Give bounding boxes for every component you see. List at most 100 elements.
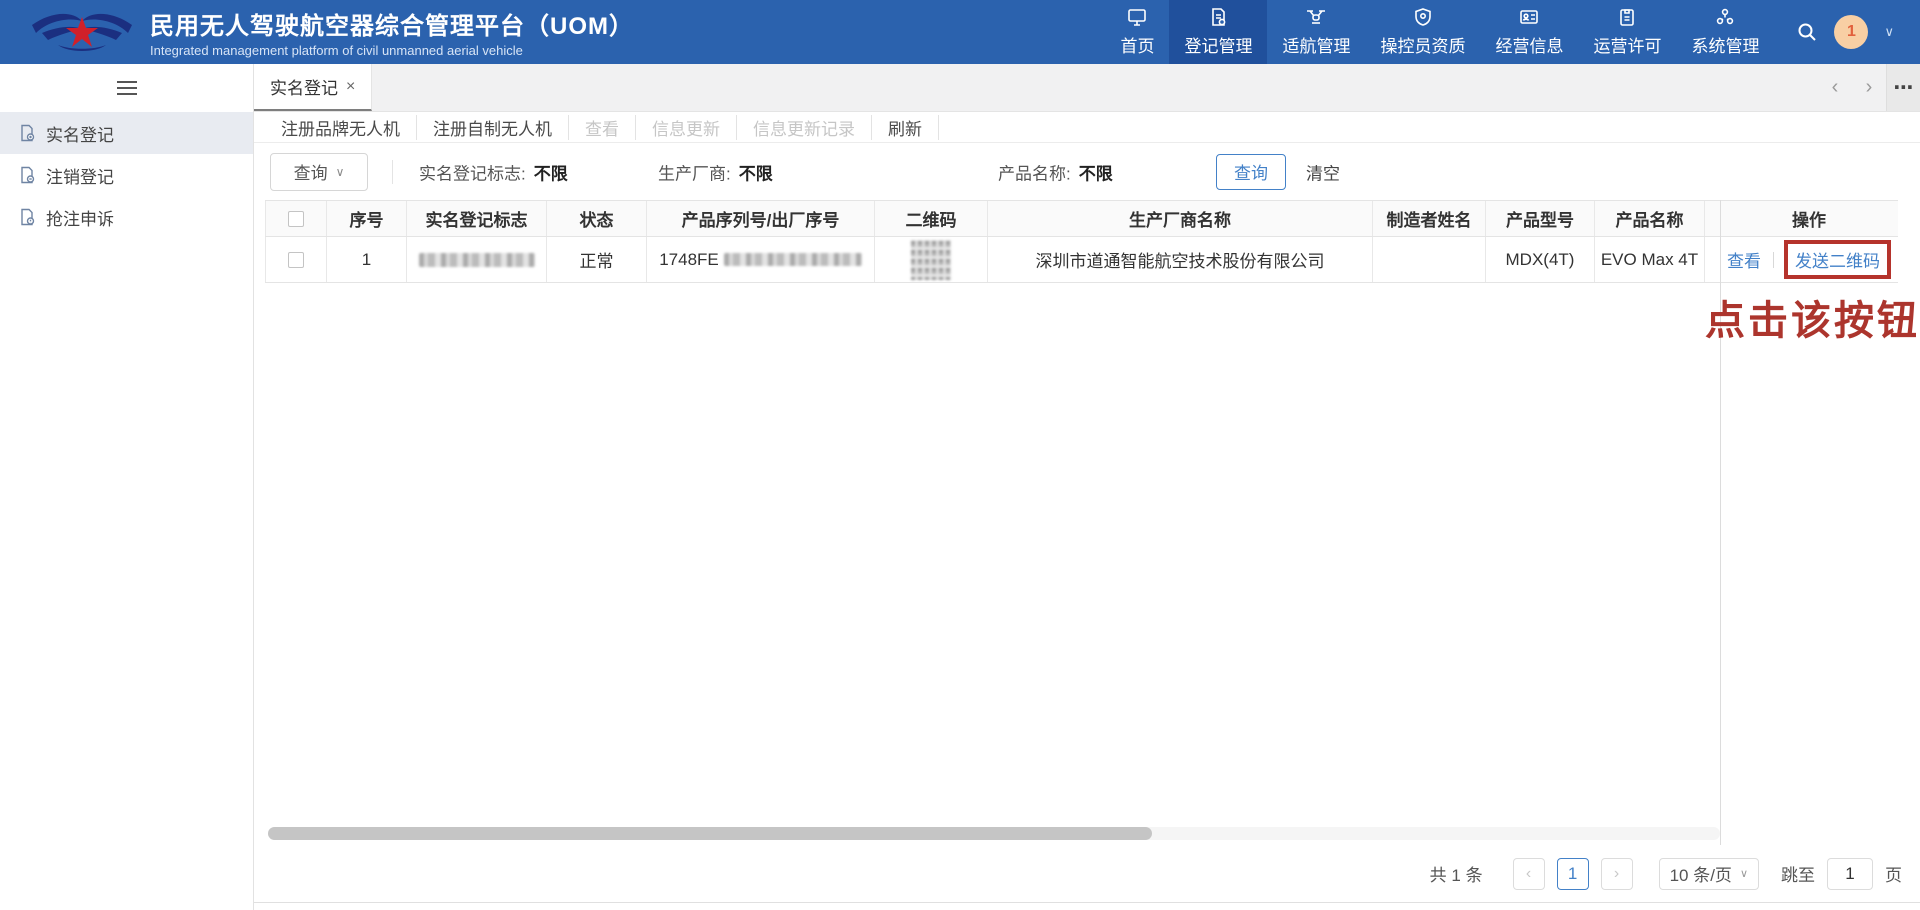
sidebar-item-cancel-registration[interactable]: 注销登记 bbox=[0, 154, 253, 196]
col-status: 状态 bbox=[547, 201, 647, 236]
nav-item-operation-license[interactable]: 运营许可 bbox=[1578, 0, 1676, 64]
nav-label: 登记管理 bbox=[1184, 32, 1252, 57]
view-link[interactable]: 查看 bbox=[1727, 247, 1761, 272]
nav-item-business-info[interactable]: 经营信息 bbox=[1480, 0, 1578, 64]
menu-toggle-icon[interactable] bbox=[117, 77, 137, 99]
sidebar-item-realname-registration[interactable]: 实名登记 bbox=[0, 112, 253, 154]
prev-page-button[interactable]: ‹ bbox=[1513, 858, 1545, 890]
refresh-button[interactable]: 刷新 bbox=[872, 115, 939, 140]
sidebar-item-squatting-appeal[interactable]: 抢注申诉 bbox=[0, 196, 253, 238]
send-qrcode-link[interactable]: 发送二维码 bbox=[1795, 247, 1880, 272]
row-checkbox-cell bbox=[265, 237, 327, 282]
search-button[interactable]: 查询 bbox=[1216, 154, 1286, 190]
sidebar-top bbox=[0, 64, 253, 112]
annotation-text: 点击该按钮 bbox=[1620, 288, 1920, 346]
tab-more-icon[interactable]: ⋯ bbox=[1886, 64, 1920, 111]
highlight-red-box: 发送二维码 bbox=[1784, 240, 1891, 279]
cell-model: MDX(4T) bbox=[1486, 237, 1595, 282]
tab-scroll-right-icon[interactable]: › bbox=[1852, 64, 1886, 111]
cell-status: 正常 bbox=[547, 237, 647, 282]
tab-realname-registration[interactable]: 实名登记 × bbox=[254, 64, 372, 111]
qr-code-thumbnail[interactable] bbox=[911, 240, 951, 280]
col-serial: 产品序列号/出厂序号 bbox=[647, 201, 875, 236]
filter-divider bbox=[392, 160, 393, 184]
chevron-down-icon: ∨ bbox=[1740, 867, 1748, 880]
tab-label: 实名登记 bbox=[270, 74, 338, 99]
filter-manufacturer: 生产厂商: 不限 bbox=[658, 159, 773, 184]
cell-spacer bbox=[1705, 237, 1720, 282]
nav-label: 经营信息 bbox=[1495, 32, 1563, 57]
sidebar: 实名登记 注销登记 抢注申诉 bbox=[0, 64, 254, 910]
nav-item-operator-qualification[interactable]: 操控员资质 bbox=[1365, 0, 1480, 64]
search-icon[interactable] bbox=[1796, 21, 1818, 43]
horizontal-scrollbar-track[interactable] bbox=[268, 827, 1720, 840]
id-card-icon bbox=[1519, 7, 1539, 27]
filter-realname-mark: 实名登记标志: 不限 bbox=[419, 159, 568, 184]
query-dropdown-button[interactable]: 查询 ∨ bbox=[270, 153, 368, 191]
chevron-down-icon[interactable]: ∨ bbox=[1884, 24, 1894, 40]
col-product-name: 产品名称 bbox=[1595, 201, 1705, 236]
nav-label: 操控员资质 bbox=[1380, 32, 1465, 57]
monitor-icon bbox=[1127, 7, 1147, 27]
horizontal-scrollbar-thumb[interactable] bbox=[268, 827, 1152, 840]
filter-label: 实名登记标志: bbox=[419, 159, 526, 184]
shield-icon bbox=[1413, 7, 1433, 27]
clear-button[interactable]: 清空 bbox=[1306, 159, 1340, 184]
doc-badge-icon bbox=[18, 124, 36, 142]
close-icon[interactable]: × bbox=[346, 78, 355, 96]
drone-icon bbox=[1305, 7, 1327, 27]
nav-label: 适航管理 bbox=[1282, 32, 1350, 57]
cell-realname-mark bbox=[407, 237, 547, 282]
header-checkbox-cell bbox=[265, 201, 327, 236]
nav-label: 系统管理 bbox=[1691, 32, 1759, 57]
row-checkbox[interactable] bbox=[288, 252, 304, 268]
register-selfmade-drone-button[interactable]: 注册自制无人机 bbox=[417, 115, 569, 140]
select-all-checkbox[interactable] bbox=[288, 211, 304, 227]
page-size-value: 10 条/页 bbox=[1670, 861, 1732, 886]
license-icon bbox=[1617, 7, 1637, 27]
pagination-bar: 共 1 条 ‹ 1 › 10 条/页 ∨ 跳至 页 bbox=[254, 845, 1920, 903]
nav-item-registration[interactable]: 登记管理 bbox=[1169, 0, 1267, 64]
tab-scroll-left-icon[interactable]: ‹ bbox=[1818, 64, 1852, 111]
chevron-left-icon: ‹ bbox=[1526, 865, 1531, 883]
page-number-button[interactable]: 1 bbox=[1557, 858, 1589, 890]
nav-label: 运营许可 bbox=[1593, 32, 1661, 57]
jump-suffix: 页 bbox=[1885, 861, 1902, 886]
redacted-serial bbox=[724, 253, 862, 266]
next-page-button[interactable]: › bbox=[1601, 858, 1633, 890]
nav-item-home[interactable]: 首页 bbox=[1105, 0, 1169, 64]
cell-serial: 1748FE bbox=[647, 237, 875, 282]
main-content: 实名登记 × ‹ › ⋯ 注册品牌无人机 注册自制无人机 查看 信息更新 信息更… bbox=[254, 64, 1920, 910]
avatar[interactable]: 1 bbox=[1834, 15, 1868, 49]
jump-page-input[interactable] bbox=[1827, 858, 1873, 890]
chevron-right-icon: › bbox=[1614, 865, 1619, 883]
platform-logo-icon bbox=[28, 9, 136, 55]
table-header-row: 序号 实名登记标志 状态 产品序列号/出厂序号 二维码 生产厂商名称 制造者姓名… bbox=[265, 200, 1898, 237]
chevron-down-icon: ∨ bbox=[336, 165, 345, 179]
page-size-select[interactable]: 10 条/页 ∨ bbox=[1659, 858, 1759, 890]
nav-label: 首页 bbox=[1120, 32, 1154, 57]
filter-product-name: 产品名称: 不限 bbox=[998, 159, 1113, 184]
filter-value: 不限 bbox=[534, 159, 568, 184]
nav-item-system-management[interactable]: 系统管理 bbox=[1676, 0, 1774, 64]
cell-product-name: EVO Max 4T bbox=[1595, 237, 1705, 282]
brand: 民用无人驾驶航空器综合管理平台（UOM） Integrated manageme… bbox=[0, 0, 634, 64]
top-nav: 首页 登记管理 适航管理 操控员资质 经营信息 bbox=[1105, 0, 1774, 64]
jump-label: 跳至 bbox=[1781, 861, 1815, 886]
filter-value: 不限 bbox=[1079, 159, 1113, 184]
view-button-disabled: 查看 bbox=[569, 115, 636, 140]
col-spacer bbox=[1705, 201, 1720, 236]
sidebar-item-label: 注销登记 bbox=[46, 163, 114, 188]
filter-bar: 查询 ∨ 实名登记标志: 不限 生产厂商: 不限 产品名称: 不限 查询 清空 bbox=[254, 143, 1920, 200]
cell-index: 1 bbox=[327, 237, 407, 282]
register-brand-drone-button[interactable]: 注册品牌无人机 bbox=[265, 115, 417, 140]
system-nodes-icon bbox=[1715, 7, 1735, 27]
nav-right: 1 ∨ bbox=[1774, 0, 1920, 64]
col-realname-mark: 实名登记标志 bbox=[407, 201, 547, 236]
sidebar-item-label: 实名登记 bbox=[46, 121, 114, 146]
cell-qrcode bbox=[875, 237, 988, 282]
cell-maker-name bbox=[1373, 237, 1486, 282]
col-qrcode: 二维码 bbox=[875, 201, 988, 236]
nav-item-airworthiness[interactable]: 适航管理 bbox=[1267, 0, 1365, 64]
table-row: 1 正常 1748FE 深圳市道通智能航空技术股份有限公司 MDX(4T) EV… bbox=[265, 237, 1898, 283]
